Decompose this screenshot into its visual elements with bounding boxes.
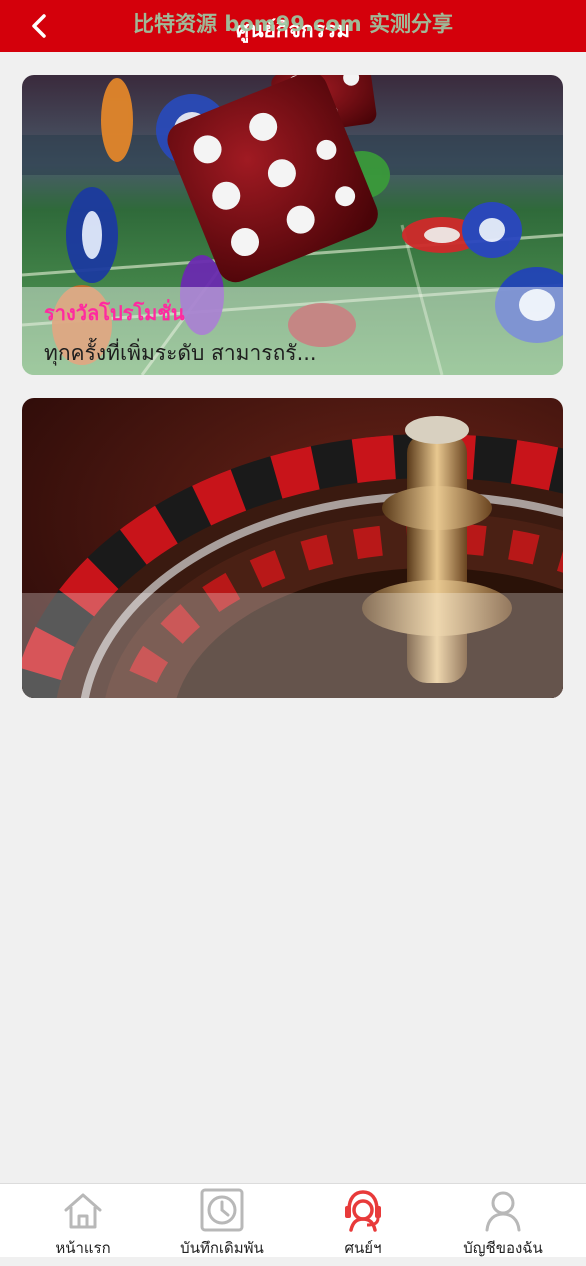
roulette-wheel-image [22, 398, 563, 698]
promotion-card[interactable]: รางวัลโปรโมชั่น ทุกครั้งที่เพิ่มระดับ สา… [22, 75, 563, 375]
page-title: ศูนย์กิจกรรม [235, 18, 351, 42]
nav-item-center[interactable]: ศนย์ฯ [290, 1184, 436, 1258]
roulette-card[interactable] [22, 398, 563, 698]
nav-item-home[interactable]: หน้าแรก [10, 1184, 156, 1258]
bottom-navigation: หน้าแรก บันทึกเดิมพัน ศนย์ฯ บัญชีของฉัน [0, 1183, 586, 1257]
home-icon [64, 1193, 102, 1229]
card-description: ทุกครั้งที่เพิ่มระดับ สามารถรั... [44, 341, 317, 365]
nav-item-account[interactable]: บัญชีของฉัน [430, 1184, 576, 1258]
header-bar: ศูนย์กิจกรรม 比特资源 bom99.com 实测分享 [0, 0, 586, 52]
bottom-safe-area [0, 1257, 586, 1266]
card-title: รางวัลโปรโมชั่น [44, 301, 185, 325]
clock-icon [200, 1188, 244, 1232]
user-icon [485, 1191, 521, 1232]
support-icon [345, 1190, 381, 1232]
nav-item-bet-record[interactable]: บันทึกเดิมพัน [149, 1184, 295, 1258]
